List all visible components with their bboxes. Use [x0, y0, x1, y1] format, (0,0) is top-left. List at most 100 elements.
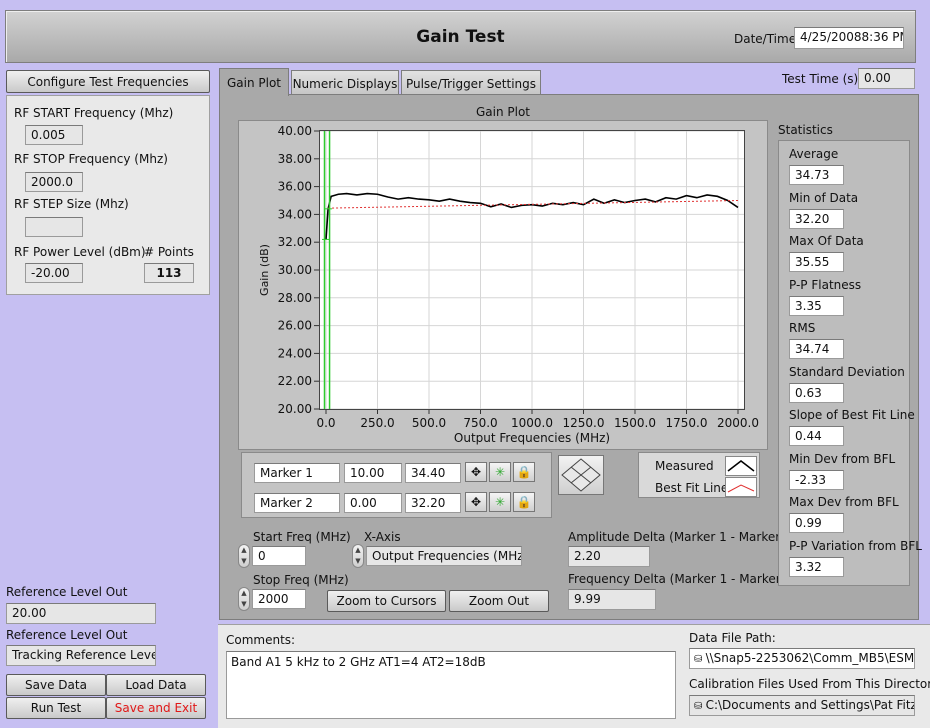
stat-label: Max Of Data: [789, 234, 864, 248]
x-tick-label: 1250.0: [563, 416, 605, 430]
x-tick-label: 500.0: [412, 416, 446, 430]
y-tick-label: 22.00: [278, 374, 312, 388]
points-field[interactable]: 113: [144, 263, 194, 283]
points-label: # Points: [144, 245, 194, 259]
marker-2-y[interactable]: 32.20: [405, 493, 461, 513]
file-browse-icon[interactable]: ⛁: [694, 654, 706, 665]
stat-value[interactable]: 34.73: [789, 165, 844, 185]
rf-stop-field[interactable]: 2000.0: [25, 172, 83, 192]
configure-frequencies-button[interactable]: Configure Test Frequencies: [6, 70, 210, 93]
rf-start-field[interactable]: 0.005: [25, 125, 83, 145]
start-freq-label: Start Freq (MHz): [253, 530, 351, 544]
chart-axes: 20.00 22.00 24.00 26.00 28.00 30.00 32.00 34.00…: [258, 124, 759, 445]
calibration-dir-value: C:\Documents and Settings\Pat Fitz\: [705, 698, 915, 712]
stat-value[interactable]: 0.44: [789, 426, 844, 446]
marker-2-x[interactable]: 0.00: [344, 493, 402, 513]
marker-1-crosshair-icon[interactable]: ✳: [489, 462, 511, 482]
y-tick-label: 20.00: [278, 402, 312, 416]
marker-1-x[interactable]: 10.00: [344, 463, 402, 483]
save-and-exit-button[interactable]: Save and Exit: [106, 697, 206, 719]
reference-level-field-2[interactable]: Tracking Reference Level: [6, 645, 156, 666]
save-data-button[interactable]: Save Data: [6, 674, 106, 696]
start-freq-spinner[interactable]: ▲ ▼: [238, 544, 250, 568]
plot-legend: Measured Best Fit Line: [638, 452, 760, 498]
y-axis-label: Gain (dB): [258, 244, 271, 296]
graph-title: Gain Plot: [475, 105, 531, 119]
zoom-out-button[interactable]: Zoom Out: [449, 590, 549, 612]
marker-1-move-icon[interactable]: ✥: [465, 462, 487, 482]
stat-value[interactable]: 32.20: [789, 208, 844, 229]
legend-bestfit-swatch[interactable]: [725, 477, 757, 497]
stat-value[interactable]: 3.35: [789, 295, 844, 316]
stop-freq-field[interactable]: 2000: [252, 589, 306, 609]
amplitude-delta-label: Amplitude Delta (Marker 1 - Marker 2): [568, 530, 797, 544]
rf-power-field[interactable]: -20.00: [25, 263, 83, 283]
x-tick-label: 1750.0: [666, 416, 708, 430]
tab-numeric-displays[interactable]: Numeric Displays: [291, 70, 399, 96]
legend-measured-swatch[interactable]: [725, 456, 757, 476]
stat-value[interactable]: 35.55: [789, 252, 844, 272]
reference-level-field-1[interactable]: 20.00: [6, 603, 156, 624]
frequency-config-panel: RF START Frequency (Mhz) 0.005 RF STOP F…: [6, 95, 210, 295]
y-tick-label: 36.00: [278, 180, 312, 194]
data-file-path-field[interactable]: ⛁ \\Snap5-2253062\Comm_MB5\ESM: [689, 648, 915, 669]
marker-2-crosshair-icon[interactable]: ✳: [489, 492, 511, 512]
rf-start-label: RF START Frequency (Mhz): [14, 106, 174, 120]
load-data-button[interactable]: Load Data: [106, 674, 206, 696]
stat-value[interactable]: 3.32: [789, 556, 844, 577]
stat-label: Slope of Best Fit Line: [789, 408, 915, 422]
test-time-label: Test Time (s): [782, 72, 859, 86]
tab-gain-plot[interactable]: Gain Plot: [219, 68, 289, 96]
calibration-dir-field[interactable]: ⛁ C:\Documents and Settings\Pat Fitz\: [689, 695, 915, 716]
statistics-panel: Average 34.73 Min of Data 32.20 Max Of Data 3…: [778, 140, 922, 586]
pan-control[interactable]: [558, 455, 604, 495]
marker-2-move-icon[interactable]: ✥: [465, 492, 487, 512]
stat-label: Max Dev from BFL: [789, 495, 899, 509]
y-tick-label: 24.00: [278, 346, 312, 360]
datetime-label: Date/Time: [734, 32, 797, 46]
title-bar: Gain Test Date/Time 4/25/20088:36 PM: [5, 10, 916, 63]
amplitude-delta-field[interactable]: 2.20: [568, 546, 650, 567]
stop-freq-spinner[interactable]: ▲ ▼: [238, 587, 250, 611]
marker-1-y[interactable]: 34.40: [405, 463, 461, 483]
marker-2-name[interactable]: Marker 2: [254, 493, 340, 513]
reference-level-label-2: Reference Level Out: [6, 628, 128, 642]
marker-1-lock-icon[interactable]: 🔒: [513, 462, 535, 482]
folder-browse-icon[interactable]: ⛁: [694, 701, 706, 712]
statistics-title: Statistics: [778, 123, 833, 137]
stat-value[interactable]: 34.74: [789, 339, 844, 359]
stat-label: Min of Data: [789, 190, 859, 205]
frequency-delta-label: Frequency Delta (Marker 1 - Marker 2): [568, 572, 797, 586]
y-tick-label: 30.00: [278, 263, 312, 277]
rf-step-field[interactable]: [25, 217, 83, 237]
stat-value[interactable]: 0.99: [789, 513, 844, 533]
x-tick-label: 0.0: [316, 416, 335, 430]
marker-2-lock-icon[interactable]: 🔒: [513, 492, 535, 512]
data-file-path-label: Data File Path:: [689, 631, 776, 645]
run-test-button[interactable]: Run Test: [6, 697, 106, 719]
frequency-delta-field[interactable]: 9.99: [568, 589, 656, 610]
xaxis-spinner[interactable]: ▲ ▼: [352, 544, 364, 568]
marker-1-name[interactable]: Marker 1: [254, 463, 340, 483]
stat-value[interactable]: -2.33: [789, 469, 844, 490]
y-tick-label: 40.00: [278, 124, 312, 138]
y-tick-label: 26.00: [278, 319, 312, 333]
legend-measured-label: Measured: [655, 459, 714, 473]
y-tick-label: 38.00: [278, 152, 312, 166]
test-time-field[interactable]: 0.00: [858, 68, 915, 89]
legend-bestfit-label: Best Fit Line: [655, 481, 729, 495]
zoom-to-cursors-button[interactable]: Zoom to Cursors: [327, 590, 446, 612]
data-file-path-value: \\Snap5-2253062\Comm_MB5\ESM: [705, 651, 915, 665]
comments-field[interactable]: Band A1 5 kHz to 2 GHz AT1=4 AT2=18dB: [226, 651, 676, 719]
x-tick-label: 1000.0: [511, 416, 553, 430]
tab-pulse-trigger-settings[interactable]: Pulse/Trigger Settings: [401, 70, 541, 96]
xaxis-select[interactable]: Output Frequencies (MHz): [366, 546, 522, 566]
x-tick-label: 750.0: [463, 416, 497, 430]
start-freq-field[interactable]: 0: [252, 546, 306, 566]
cursor-legend: Marker 1 10.00 34.40 ✥ ✳ 🔒 Marker 2 0.00…: [241, 452, 552, 518]
x-tick-label: 250.0: [360, 416, 394, 430]
stat-label: Standard Deviation: [789, 364, 905, 379]
stat-value[interactable]: 0.63: [789, 382, 844, 403]
calibration-dir-label: Calibration Files Used From This Directo…: [689, 677, 930, 691]
datetime-field[interactable]: 4/25/20088:36 PM: [794, 27, 904, 49]
